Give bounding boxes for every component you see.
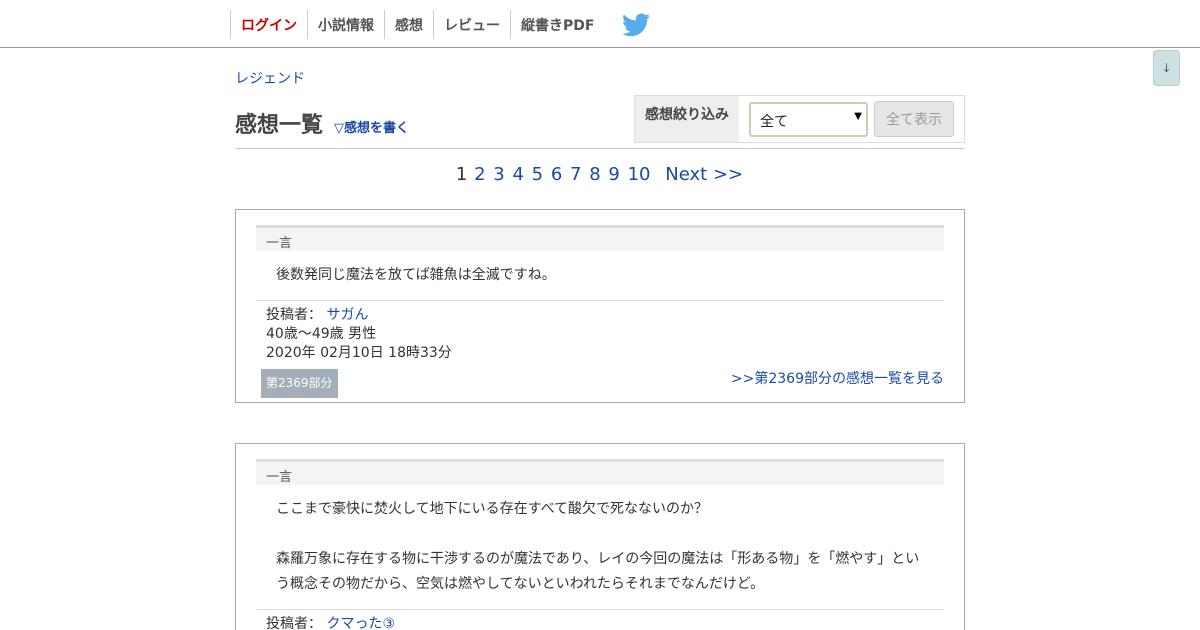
nav-vertical-pdf[interactable]: 縦書きPDF <box>510 10 604 39</box>
write-impression-link[interactable]: ▽感想を書く <box>334 117 409 136</box>
comment-card: 一言 後数発同じ魔法を放てば雑魚は全滅ですね。 投稿者： サガん 40歳～49歳… <box>235 209 965 403</box>
scroll-down-button[interactable]: ↓ <box>1153 50 1180 86</box>
page-link[interactable]: 3 <box>493 164 504 185</box>
author-label: 投稿者： <box>266 307 322 323</box>
part-badge[interactable]: 第2369部分 <box>261 369 338 398</box>
author-link[interactable]: クマった③ <box>326 616 395 630</box>
title-row: 感想一覧 ▽感想を書く 感想絞り込み 全て ▼ 全て表示 <box>235 95 965 149</box>
nav-novel-info[interactable]: 小説情報 <box>307 10 384 39</box>
site-header: ログイン 小説情報 感想 レビュー 縦書きPDF <box>0 0 1200 48</box>
page-link[interactable]: 2 <box>474 164 485 185</box>
pagination: 1 2 3 4 5 6 7 8 9 10 Next >> <box>0 164 1200 185</box>
page-link[interactable]: 5 <box>532 164 543 185</box>
filter-select-value: 全て <box>760 114 788 130</box>
page-link[interactable]: 8 <box>589 164 600 185</box>
page-link[interactable]: 7 <box>570 164 581 185</box>
comment-body: 後数発同じ魔法を放てば雑魚は全滅ですね。 <box>256 251 944 301</box>
comment-section-head: 一言 <box>256 225 944 251</box>
comment-body: ここまで豪快に焚火して地下にいる存在すべて酸欠で死なないのか？ 森羅万象に存在す… <box>256 485 944 610</box>
main-nav: ログイン 小説情報 感想 レビュー 縦書きPDF <box>230 10 660 39</box>
comment-meta: 投稿者： サガん 40歳～49歳 男性 2020年 02月10日 18時33分 … <box>256 301 944 406</box>
twitter-bird-icon <box>622 12 651 36</box>
breadcrumb-novel-title[interactable]: レジェンド <box>235 68 305 88</box>
page-next-link[interactable]: Next >> <box>665 164 743 185</box>
comment-section-head: 一言 <box>256 459 944 485</box>
nav-login[interactable]: ログイン <box>230 10 307 39</box>
page-link[interactable]: 10 <box>628 164 651 185</box>
part-comments-link[interactable]: >>第2369部分の感想一覧を見る <box>731 370 944 389</box>
nav-impressions[interactable]: 感想 <box>384 10 433 39</box>
comment-meta: 投稿者： クマった③ <box>256 610 944 630</box>
author-age-gender: 40歳～49歳 男性 <box>266 326 377 342</box>
show-all-button[interactable]: 全て表示 <box>874 101 954 137</box>
chevron-down-icon: ▼ <box>854 111 862 122</box>
page-link[interactable]: 6 <box>551 164 562 185</box>
filter-label: 感想絞り込み <box>635 96 739 142</box>
page-current: 1 <box>455 164 468 185</box>
nav-review[interactable]: レビュー <box>433 10 510 39</box>
twitter-icon[interactable] <box>604 10 660 39</box>
comment-date: 2020年 02月10日 18時33分 <box>266 345 452 361</box>
page-title: 感想一覧 <box>235 113 324 138</box>
comment-card: 一言 ここまで豪快に焚火して地下にいる存在すべて酸欠で死なないのか？ 森羅万象に… <box>235 443 965 630</box>
author-link[interactable]: サガん <box>326 307 368 323</box>
page-link[interactable]: 9 <box>608 164 619 185</box>
comment-text: 後数発同じ魔法を放てば雑魚は全滅ですね。 <box>276 267 556 283</box>
filter-select[interactable]: 全て ▼ <box>749 102 868 137</box>
filter-box: 感想絞り込み 全て ▼ 全て表示 <box>634 95 965 143</box>
comment-text: 森羅万象に存在する物に干渉するのが魔法であり、レイの今回の魔法は「形ある物」を「… <box>276 551 920 592</box>
comment-text: ここまで豪快に焚火して地下にいる存在すべて酸欠で死なないのか？ <box>276 501 709 517</box>
author-label: 投稿者： <box>266 616 322 630</box>
page-link[interactable]: 4 <box>512 164 523 185</box>
